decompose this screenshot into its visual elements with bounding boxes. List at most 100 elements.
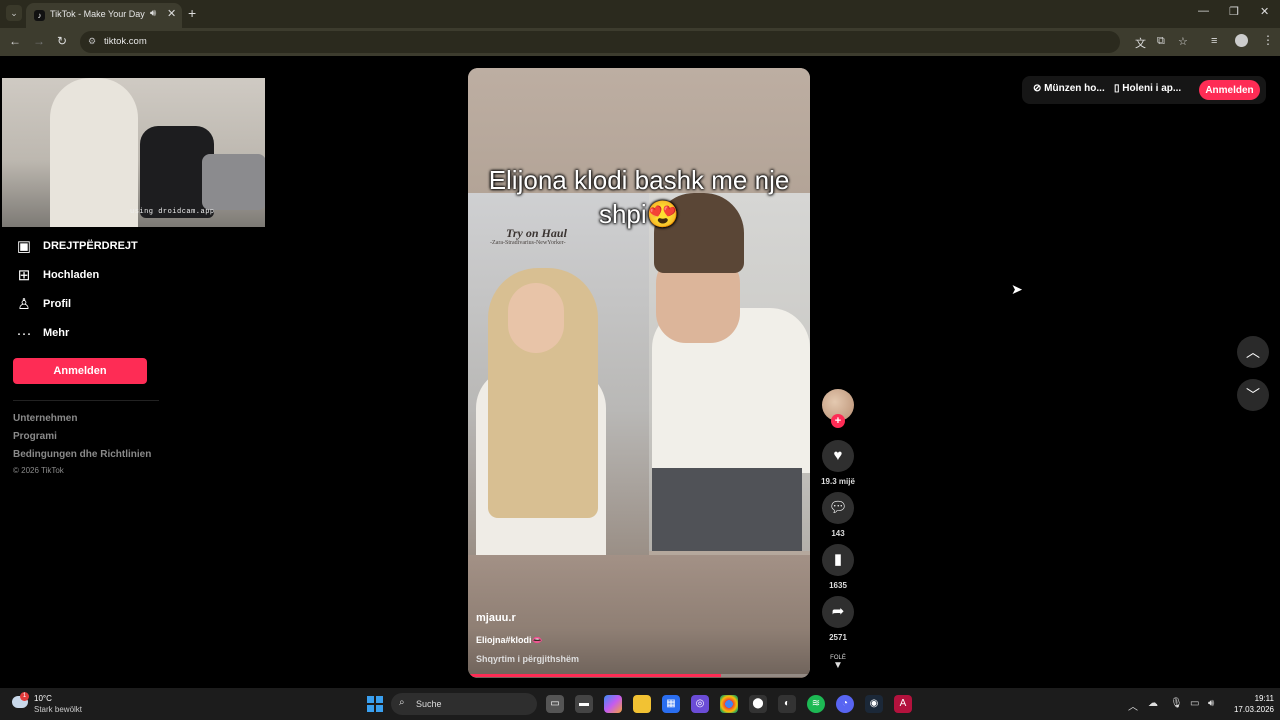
phone-icon: ▯	[1114, 83, 1120, 94]
instagram-icon[interactable]: ◎	[691, 695, 709, 713]
tiktok-favicon-icon: ♪	[34, 10, 45, 21]
taskbar-search[interactable]: ⌕ Suche	[391, 693, 537, 715]
translation-link[interactable]: Shqyrtim i përgjithshëm	[476, 654, 579, 664]
store-icon[interactable]: ▦	[662, 695, 680, 713]
sidebar-item-more[interactable]: ··· Mehr	[14, 323, 70, 343]
get-app-link[interactable]: ▯ Holeni i ap...	[1114, 83, 1181, 94]
forward-icon[interactable]: →	[33, 34, 45, 48]
footer-link-program[interactable]: Programi	[13, 431, 57, 442]
new-tab-icon[interactable]: +	[188, 5, 196, 21]
video-description: Eliojna#klodi👄	[476, 635, 543, 645]
sidebar-item-upload[interactable]: ⊞ Hochladen	[14, 265, 100, 285]
live-icon: ▣	[16, 238, 32, 255]
task-view-icon[interactable]: ▭	[546, 695, 564, 713]
search-label: Suche	[416, 699, 442, 709]
discord-icon[interactable]: ◔	[836, 695, 854, 713]
weather-badge: 1	[20, 692, 29, 701]
file-explorer-folder-icon[interactable]: ▬	[575, 695, 593, 713]
acrobat-icon[interactable]: A	[894, 695, 912, 713]
profile-icon: ♙	[17, 296, 31, 313]
copilot-icon[interactable]	[604, 695, 622, 713]
video-progress-bar[interactable]	[468, 674, 810, 677]
maps-pin-icon[interactable]: ⬤	[749, 695, 767, 713]
back-icon[interactable]: ←	[9, 34, 21, 48]
restore-icon[interactable]: ❐	[1229, 5, 1239, 18]
mouse-cursor-icon: ➤	[1011, 281, 1023, 297]
like-count: 19.3 mijë	[821, 477, 855, 486]
coin-icon: ⊘	[1033, 83, 1042, 94]
clock-date[interactable]: 17.03.2026	[1224, 705, 1274, 714]
screen: ⌄ ♪ TikTok - Make Your Day 🔊︎ ✕ + — ❐ ✕ …	[0, 0, 1280, 720]
spotify-icon[interactable]: ≋	[807, 695, 825, 713]
scroll-hint-arrow-icon: ▼	[833, 660, 843, 671]
browser-toolbar: ← → ↻ ⚙ tiktok.com 文 ⧉ ☆ ≡ ⋮	[0, 28, 1280, 56]
browser-profile-icon[interactable]	[1235, 34, 1248, 47]
microphone-icon[interactable]: 🎙︎	[1170, 698, 1183, 709]
video-person-left-face	[508, 283, 564, 353]
comment-icon[interactable]: 💬︎	[822, 492, 854, 524]
explorer-icon[interactable]	[633, 695, 651, 713]
translate-icon[interactable]: 文	[1135, 35, 1146, 51]
chrome-icon[interactable]	[720, 695, 738, 713]
app-badge-icon[interactable]: ◐	[778, 695, 796, 713]
windows-taskbar: 1 10°C Stark bewölkt ⌕ Suche ▭ ▬ ▦ ◎ ⬤ ◐…	[0, 688, 1280, 720]
like-icon[interactable]: ♥	[822, 440, 854, 472]
network-icon[interactable]: ▭	[1190, 698, 1199, 709]
video-progress-fill	[468, 674, 722, 677]
bookmark-icon[interactable]: ▮	[822, 544, 854, 576]
webcam-watermark: using droidcam.app	[130, 208, 215, 216]
header-login-button[interactable]: Anmelden	[1199, 80, 1260, 100]
clock-time[interactable]: 19:11	[1238, 694, 1274, 703]
bookmark-count: 1635	[829, 581, 847, 590]
upload-icon: ⊞	[17, 267, 31, 284]
comment-count: 143	[831, 529, 845, 538]
follow-plus-icon[interactable]: +	[831, 414, 845, 428]
audio-playing-icon[interactable]: 🔊︎	[150, 8, 156, 19]
tray-overflow-chevron-up-icon[interactable]: ︿	[1128, 698, 1138, 713]
site-info-icon[interactable]: ⚙	[88, 36, 100, 47]
steam-icon[interactable]: ◉	[865, 695, 883, 713]
weather-description[interactable]: Stark bewölkt	[34, 705, 82, 714]
scroll-hint[interactable]: FOLË ▼	[827, 655, 849, 671]
reload-icon[interactable]: ↻	[57, 34, 67, 48]
previous-video-chevron-up-icon[interactable]: ︿	[1237, 336, 1269, 368]
sidebar-divider	[13, 400, 159, 401]
tab-search-icon[interactable]: ⌄	[6, 5, 22, 21]
sidebar-item-label: Hochladen	[43, 269, 100, 281]
coins-label: Münzen ho...	[1044, 83, 1105, 94]
browser-tab[interactable]: ♪ TikTok - Make Your Day 🔊︎ ✕	[26, 3, 182, 28]
tab-close-icon[interactable]: ✕	[167, 7, 176, 20]
video-player[interactable]: Try on Haul -Zara-Stradivarius-NewYorker…	[468, 68, 810, 678]
windows-start-icon[interactable]	[367, 696, 383, 712]
browser-tab-bar: ⌄ ♪ TikTok - Make Your Day 🔊︎ ✕ + — ❐ ✕	[0, 0, 1280, 28]
video-caption: Elijona klodi bashk me nje shpi😍	[488, 165, 790, 229]
search-icon: ⌕	[399, 697, 405, 708]
browser-menu-icon[interactable]: ⋮	[1262, 33, 1274, 47]
install-app-icon[interactable]: ⧉	[1157, 35, 1165, 48]
footer-link-company[interactable]: Unternehmen	[13, 413, 77, 424]
weather-temperature[interactable]: 10°C	[34, 694, 52, 703]
window-close-icon[interactable]: ✕	[1260, 5, 1269, 18]
sidebar-item-label: Mehr	[43, 327, 70, 339]
bookmark-star-icon[interactable]: ☆	[1178, 35, 1188, 48]
volume-icon[interactable]: 🔊︎	[1208, 698, 1214, 709]
media-controls-icon[interactable]: ≡	[1211, 35, 1217, 47]
next-video-chevron-down-icon[interactable]: ﹀	[1237, 379, 1269, 411]
onedrive-cloud-icon[interactable]: ☁	[1148, 698, 1158, 709]
video-overlay-subtitle: -Zara-Stradivarius-NewYorker-	[490, 240, 566, 246]
copyright: © 2026 TikTok	[13, 466, 64, 475]
sidebar-item-live[interactable]: ▣ DREJTPËRDREJT	[14, 236, 138, 256]
more-icon: ···	[16, 324, 32, 342]
sidebar-item-profile[interactable]: ♙ Profil	[14, 294, 71, 314]
footer-link-terms[interactable]: Bedingungen dhe Richtlinien	[13, 449, 151, 460]
webcam-person	[50, 78, 138, 227]
coins-link[interactable]: ⊘ Münzen ho...	[1033, 83, 1105, 94]
video-username[interactable]: mjauu.r	[476, 612, 516, 624]
minimize-icon[interactable]: —	[1198, 5, 1209, 17]
share-icon[interactable]: ➦	[822, 596, 854, 628]
sidebar-item-label: Profil	[43, 298, 72, 310]
address-bar[interactable]: ⚙ tiktok.com	[80, 31, 1120, 53]
sidebar-login-button[interactable]: Anmelden	[13, 358, 147, 384]
url-text[interactable]: tiktok.com	[104, 36, 147, 47]
share-count: 2571	[829, 633, 847, 642]
